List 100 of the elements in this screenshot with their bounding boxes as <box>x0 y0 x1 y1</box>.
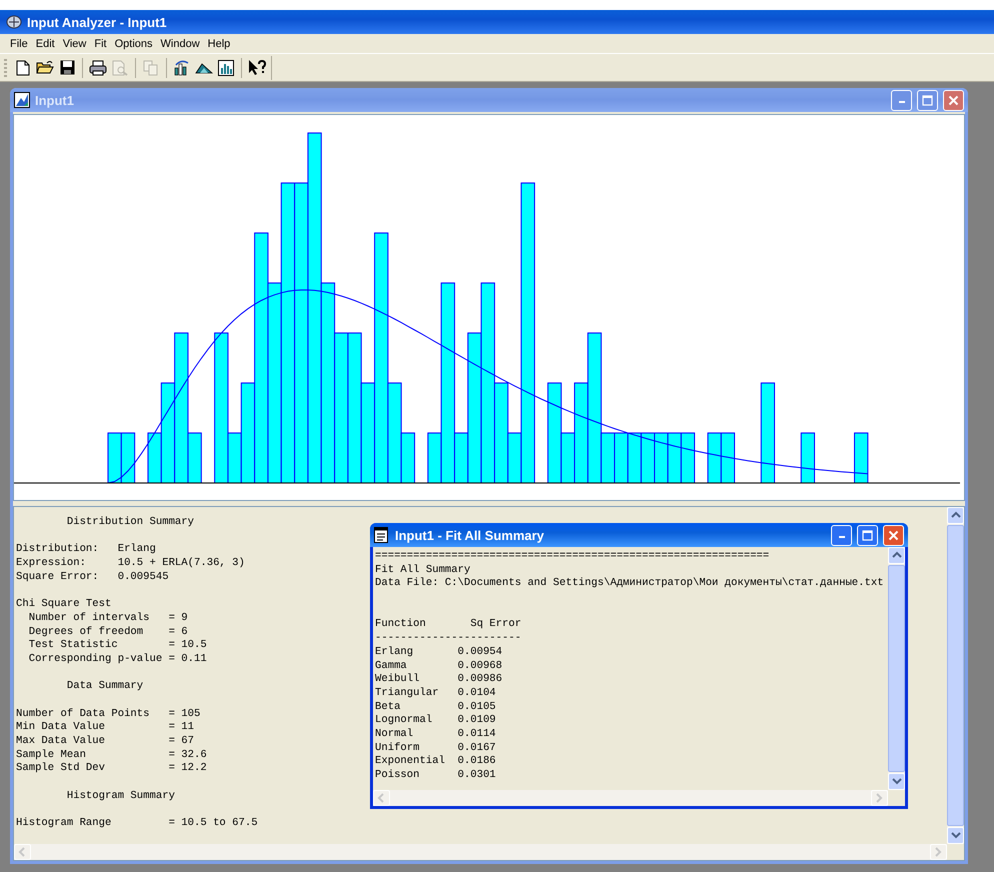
summary-line: Data Summary <box>66 680 144 694</box>
error-cell-text: 0.0186 <box>458 755 497 770</box>
report-line: ============================================================== <box>375 550 770 564</box>
histogram-bar <box>614 432 628 484</box>
summary-line: Number of Data Points = 105 <box>16 708 200 721</box>
menu-item[interactable]: File <box>6 38 32 50</box>
window-title: Input Analyzer - Input1 <box>27 14 167 30</box>
function-cell-text: Erlang <box>375 646 414 660</box>
scroll-up-button[interactable] <box>888 547 905 564</box>
toolbar-button[interactable] <box>247 58 267 78</box>
maximize-icon <box>922 94 933 106</box>
minimize-button[interactable] <box>891 90 912 110</box>
histogram-bar <box>120 432 136 484</box>
menu-item[interactable]: Window <box>156 38 204 50</box>
scroll-up-button[interactable] <box>947 507 964 524</box>
error-cell-text: 0.0114 <box>458 728 497 742</box>
report-line: Data File: C:\Documents and Settings\Администратор\Мои документы\стат.данные.txt <box>375 577 884 592</box>
document-list-icon <box>374 527 390 543</box>
chevron-left-icon <box>376 793 386 803</box>
error-cell-text: 0.00986 <box>458 673 504 687</box>
maximize-icon <box>862 530 873 540</box>
summary-line: Square Error: 0.009545 <box>16 570 169 584</box>
chevron-left-icon <box>18 847 28 857</box>
summary-line: Distribution Summary <box>66 516 194 530</box>
chevron-right-icon <box>934 847 944 857</box>
menu-item[interactable]: Fit <box>90 38 111 50</box>
function-cell-text: Poisson <box>375 769 421 783</box>
error-cell-text: 0.0104 <box>458 686 497 701</box>
copy-icon <box>143 60 159 76</box>
error-cell-text: 0.0167 <box>458 742 497 756</box>
chevron-right-icon <box>874 793 884 803</box>
error-cell-text: 0.0301 <box>458 769 497 783</box>
printer-icon <box>89 60 107 76</box>
triangle-icon <box>195 62 213 74</box>
histogram-bar <box>707 432 722 484</box>
error-cell-text: 0.0105 <box>458 700 497 714</box>
toolbar-button[interactable] <box>216 58 236 78</box>
function-cell-text: Beta <box>375 700 402 714</box>
summary-line: Number of intervals = 9 <box>28 612 188 626</box>
toolbar-button[interactable] <box>88 58 108 78</box>
menu-item[interactable]: Help <box>204 38 234 50</box>
function-cell-text: Weibull <box>375 673 421 687</box>
scroll-down-button[interactable] <box>888 773 905 790</box>
summary-line: Sample Std Dev = 12.2 <box>16 762 207 776</box>
close-icon <box>948 94 959 106</box>
child-window-title: Input1 <box>35 92 74 108</box>
summary-line: Corresponding p-value = 0.11 <box>28 652 207 667</box>
summary-line: Distribution: Erlang <box>16 543 156 557</box>
print-preview-icon <box>112 60 128 76</box>
histogram-bar <box>640 432 656 484</box>
chevron-down-icon <box>892 776 902 786</box>
summary-line: Degrees of freedom = 6 <box>28 626 188 639</box>
function-cell-text: Exponential <box>375 755 446 769</box>
summary-line: Max Data Value = 67 <box>16 735 194 749</box>
open-folder-icon <box>36 60 54 75</box>
report-line: Fit All Summary <box>375 564 470 577</box>
histogram-bar <box>800 432 815 484</box>
histogram-bar <box>720 432 735 484</box>
summary-line: Chi Square Test <box>16 598 112 612</box>
function-cell-text: Normal <box>375 728 414 742</box>
rule-line: ----------------------- <box>375 632 522 646</box>
help-pointer-icon <box>248 59 266 76</box>
maximize-button[interactable] <box>917 90 938 110</box>
error-cell-text: 0.00954 <box>458 646 504 660</box>
minimize-button[interactable] <box>831 524 852 546</box>
menu-item[interactable]: Edit <box>32 38 59 50</box>
summary-line: Expression: 10.5 + ERLA(7.36, 3) <box>16 557 245 571</box>
histogram-bar <box>654 432 668 484</box>
histogram-chart-icon <box>218 60 234 76</box>
error-cell-text: 0.00968 <box>458 660 504 674</box>
column-header: Sq Error <box>469 618 522 632</box>
summary-line: Min Data Value = 11 <box>16 721 194 735</box>
summary-line: Test Statistic = 10.5 <box>28 639 207 653</box>
save-icon <box>60 60 74 75</box>
histogram-bar <box>854 432 868 484</box>
function-cell-text: Uniform <box>375 742 421 755</box>
function-cell-text: Lognormal <box>375 714 434 728</box>
menu-item[interactable]: View <box>58 38 90 50</box>
histogram-bar <box>108 432 122 484</box>
error-cell-text: 0.0109 <box>458 714 497 728</box>
menu-item[interactable]: Options <box>110 38 157 50</box>
function-cell-text: Gamma <box>375 660 408 673</box>
close-button[interactable] <box>943 90 964 110</box>
chevron-up-icon <box>950 510 960 520</box>
chevron-down-icon <box>950 830 960 840</box>
scroll-down-button[interactable] <box>947 827 964 844</box>
summary-line: Histogram Range = 10.5 to 67.5 <box>16 817 258 831</box>
maximize-button[interactable] <box>857 524 878 546</box>
histogram-bar <box>680 432 696 484</box>
summary-line: Histogram Summary <box>66 790 175 804</box>
fit-window-title: Input1 - Fit All Summary <box>395 528 544 542</box>
new-file-icon <box>16 60 30 76</box>
app-icon <box>6 15 22 29</box>
bar-chart-arrow-icon <box>173 59 191 76</box>
column-header: Function <box>375 618 427 632</box>
close-button[interactable] <box>883 524 904 546</box>
close-icon <box>888 530 899 540</box>
function-cell-text: Triangular <box>375 686 440 701</box>
histogram-bar <box>667 432 682 484</box>
summary-line: Sample Mean = 32.6 <box>16 748 207 762</box>
